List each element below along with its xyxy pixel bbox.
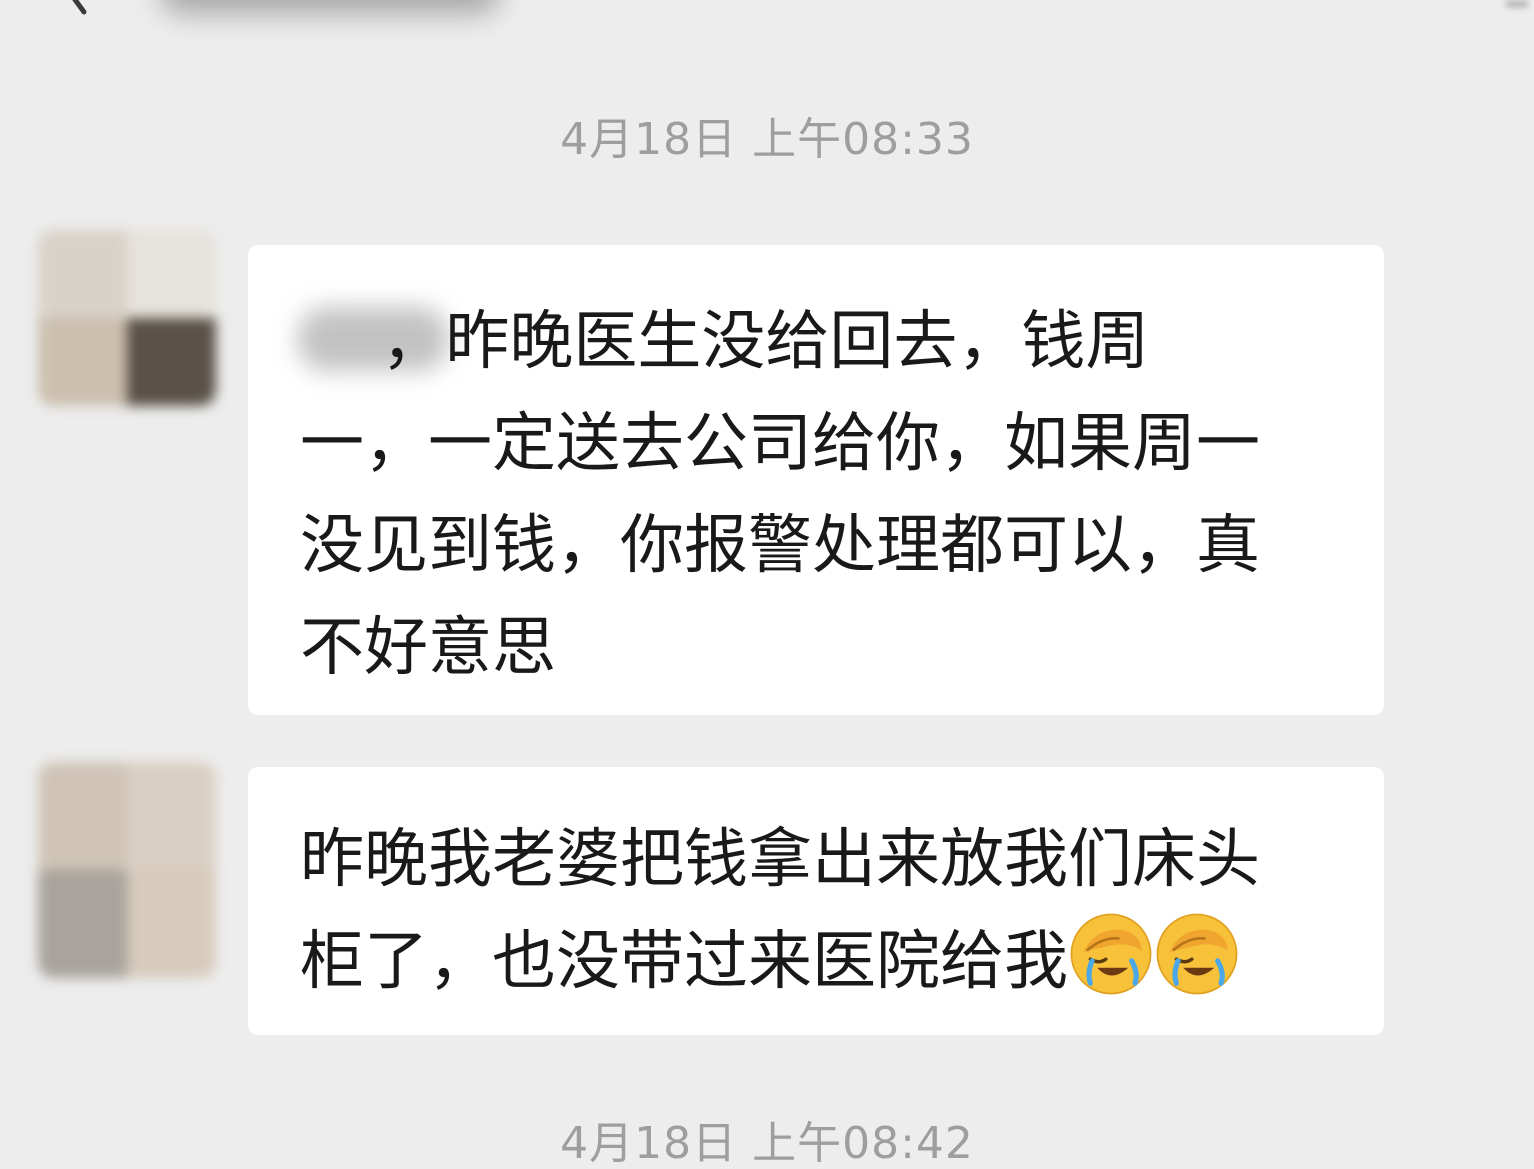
chat-title-redacted [160, 0, 500, 14]
chevron-left-icon[interactable] [40, 0, 100, 20]
message-line: 昨晚我老婆把钱拿出来放我们床头 [300, 823, 1260, 897]
message-bubble[interactable]: 昨晚我老婆把钱拿出来放我们床头 柜了，也没带过来医院给我 [248, 767, 1384, 1035]
message-line: 柜了，也没带过来医院给我 [300, 925, 1068, 999]
avatar[interactable] [38, 762, 216, 978]
message-line: 不好意思 [300, 611, 556, 685]
message-text: ，昨晚医生没给回去，钱周一，一定送去公司给你，如果周一 没见到钱，你报警处理都可以… [300, 291, 1340, 699]
message-bubble[interactable]: ，昨晚医生没给回去，钱周一，一定送去公司给你，如果周一 没见到钱，你报警处理都可以… [248, 245, 1384, 715]
message-line: ，昨晚医生没给回去，钱周 [300, 305, 1150, 379]
message-text: 昨晚我老婆把钱拿出来放我们床头 柜了，也没带过来医院给我 [300, 809, 1340, 1013]
message-line: 一，一定送去公司给你，如果周一 [300, 407, 1260, 481]
message-line-with-emoji: 柜了，也没带过来医院给我 [300, 911, 1340, 1013]
facepalm-emoji [1070, 913, 1152, 995]
message-timestamp: 4月18日 上午08:33 [560, 114, 974, 165]
avatar[interactable] [38, 230, 216, 406]
message-timestamp: 4月18日 上午08:42 [560, 1118, 974, 1169]
message-line: 没见到钱，你报警处理都可以，真 [300, 509, 1260, 583]
status-indicator [1506, 0, 1528, 8]
facepalm-emoji [1156, 913, 1238, 995]
